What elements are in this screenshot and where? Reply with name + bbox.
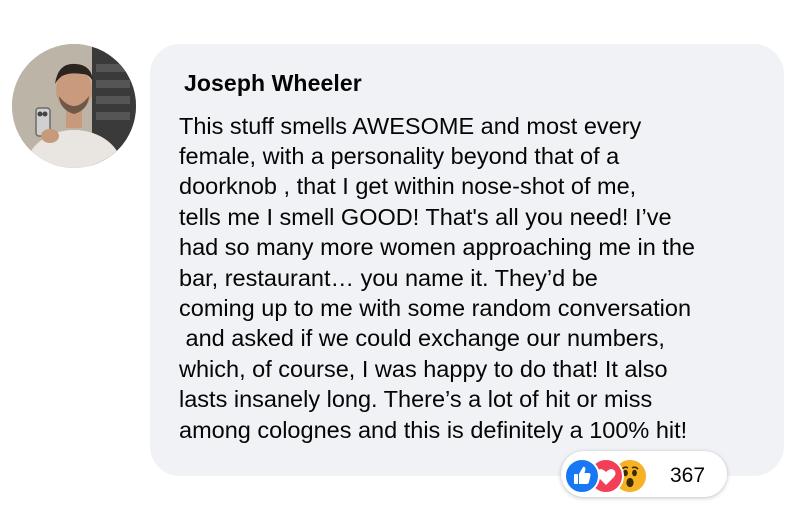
comment-text-line: female, with a personality beyond that o… xyxy=(179,143,620,169)
comment-text-line: lasts insanely long. There’s a lot of hi… xyxy=(179,386,653,412)
avatar[interactable] xyxy=(12,44,136,168)
comment-text-line: which, of course, I was happy to do that… xyxy=(179,356,668,382)
comment-text-line: and asked if we could exchange our numbe… xyxy=(179,325,665,351)
comment-author[interactable]: Joseph Wheeler xyxy=(184,70,362,97)
reactions-summary[interactable]: 367 xyxy=(561,451,727,497)
profile-photo xyxy=(12,44,136,168)
reaction-count: 367 xyxy=(670,464,706,487)
comment-text-line: This stuff smells AWESOME and most every xyxy=(179,113,642,139)
comment-text-line: among colognes and this is definitely a … xyxy=(179,417,688,443)
comment-text-line: coming up to me with some random convers… xyxy=(179,295,692,321)
comment-text-line: tells me I smell GOOD! That's all you ne… xyxy=(179,204,672,230)
comment-text-line: bar, restaurant… you name it. They’d be xyxy=(179,265,598,291)
comment-bubble: Joseph Wheeler This stuff smells AWESOME… xyxy=(150,44,784,476)
comment-text-line: had so many more women approaching me in… xyxy=(179,234,695,260)
like-icon xyxy=(564,458,600,494)
comment-text-line: doorknob , that I get within nose-shot o… xyxy=(179,173,637,199)
